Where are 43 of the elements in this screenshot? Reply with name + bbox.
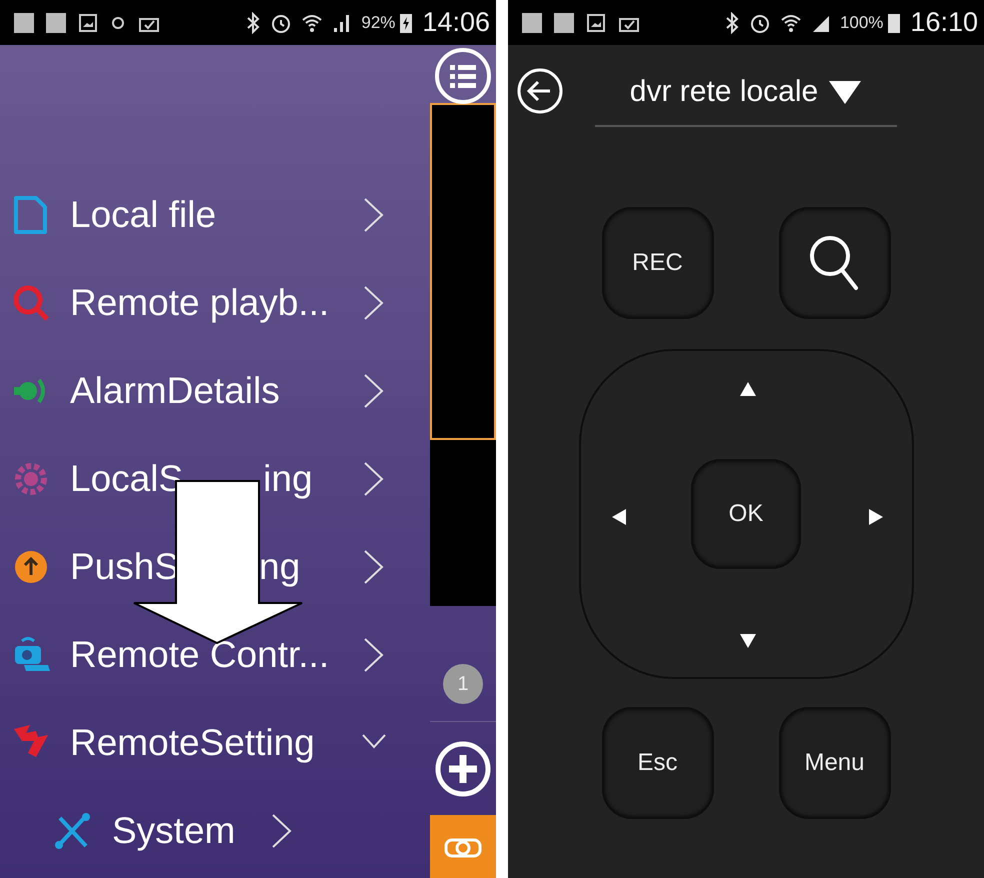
app-notification-icon bbox=[522, 12, 542, 32]
search-icon bbox=[12, 284, 50, 322]
device-dropdown[interactable]: dvr rete locale bbox=[630, 75, 862, 109]
dropdown-triangle-icon bbox=[828, 79, 862, 105]
remote-key[interactable]: REC bbox=[602, 207, 714, 319]
bluetooth-icon bbox=[724, 12, 740, 34]
image-icon bbox=[78, 12, 98, 32]
battery-charging-icon bbox=[399, 12, 414, 34]
remote-key[interactable]: Esc bbox=[602, 707, 714, 819]
gear-icon bbox=[12, 460, 50, 498]
tools-icon bbox=[54, 812, 92, 850]
circle-icon bbox=[110, 14, 126, 30]
video-preview[interactable] bbox=[430, 103, 496, 440]
up-arrow-button[interactable] bbox=[738, 381, 756, 397]
battery-percent: 92% bbox=[361, 12, 396, 32]
count-badge: 1 bbox=[443, 664, 483, 704]
left-arrow-button[interactable] bbox=[610, 508, 626, 526]
menu-item[interactable]: Local file bbox=[0, 171, 430, 259]
status-time: 16:10 bbox=[910, 7, 978, 38]
list-menu-button[interactable] bbox=[434, 47, 492, 105]
app-notification-icon bbox=[554, 12, 574, 32]
menu-item[interactable]: LocalS ing bbox=[0, 435, 430, 523]
add-button[interactable] bbox=[434, 740, 492, 798]
image-icon bbox=[586, 12, 606, 32]
battery-percent: 100% bbox=[840, 12, 884, 32]
search-button[interactable] bbox=[778, 207, 890, 319]
menu-item[interactable]: AlarmDetails bbox=[0, 347, 430, 435]
ok-button[interactable]: OK bbox=[691, 459, 801, 569]
status-time: 14:06 bbox=[422, 7, 490, 38]
document-icon bbox=[12, 195, 48, 235]
battery-icon bbox=[887, 12, 902, 34]
menu-item[interactable]: Remote playb... bbox=[0, 259, 430, 347]
bluetooth-icon bbox=[245, 12, 262, 34]
app-notification-icon bbox=[14, 12, 34, 32]
app-notification-icon bbox=[46, 12, 66, 32]
down-arrow-button[interactable] bbox=[738, 633, 756, 649]
right-arrow-button[interactable] bbox=[868, 508, 884, 526]
remote-key[interactable]: Menu bbox=[778, 707, 890, 819]
menu-item[interactable]: System bbox=[0, 787, 430, 875]
back-button[interactable] bbox=[516, 67, 564, 115]
upload-icon bbox=[12, 548, 50, 586]
menu-item[interactable]: PushS ng bbox=[0, 523, 430, 611]
menu-item[interactable]: RemoteSetting bbox=[0, 699, 430, 787]
